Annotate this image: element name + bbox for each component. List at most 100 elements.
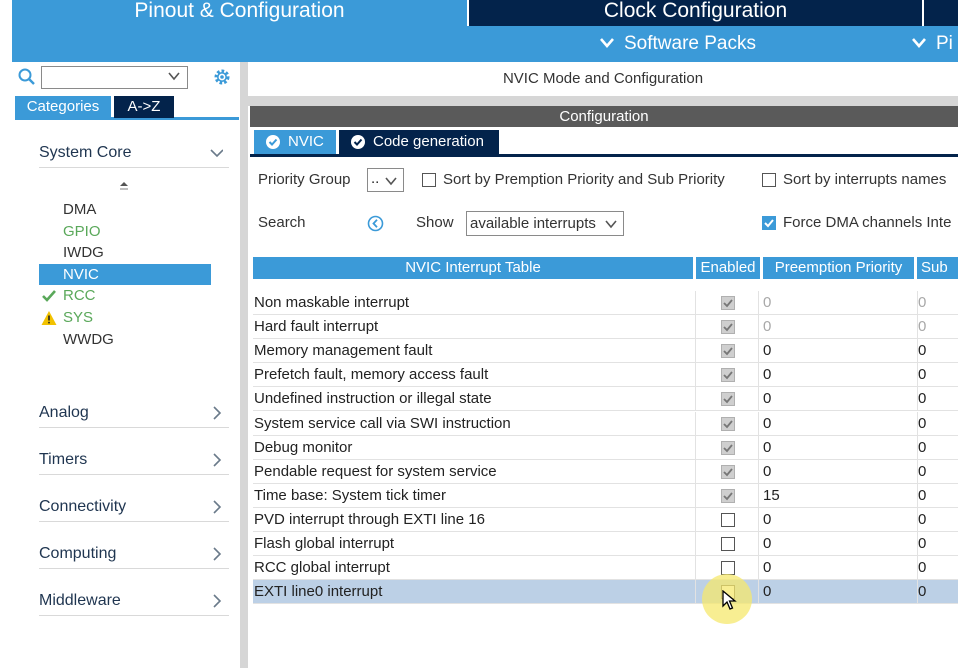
preemption-priority-cell[interactable]: 15 — [763, 484, 913, 508]
table-row[interactable]: Flash global interrupt 0 0 — [253, 532, 958, 556]
preemption-priority-cell[interactable]: 0 — [763, 436, 913, 460]
sort-names-checkbox[interactable] — [762, 173, 776, 187]
table-row[interactable]: Prefetch fault, memory access fault 0 0 — [253, 363, 958, 388]
col-header-enabled[interactable]: Enabled — [696, 257, 760, 279]
sub-priority-cell[interactable]: 0 — [917, 363, 957, 388]
force-dma-checkbox[interactable] — [762, 216, 776, 230]
preemption-priority-cell[interactable]: 0 — [763, 315, 913, 339]
enabled-checkbox[interactable] — [721, 296, 735, 310]
enabled-checkbox[interactable] — [721, 320, 735, 335]
enabled-checkbox[interactable] — [721, 537, 735, 551]
chevron-right-icon — [213, 594, 222, 608]
col-header-sub[interactable]: Sub — [917, 257, 958, 279]
search-back-icon[interactable] — [367, 215, 384, 232]
sidebar-item-nvic[interactable]: NVIC — [39, 263, 211, 285]
sidebar-item-dma[interactable]: DMA — [39, 199, 211, 220]
chevron-down-icon[interactable] — [167, 69, 181, 83]
priority-group-select[interactable]: .. — [367, 168, 404, 192]
table-row[interactable]: RCC global interrupt 0 0 — [253, 556, 958, 581]
panel-divider[interactable] — [240, 62, 248, 668]
sub-priority-cell[interactable]: 0 — [917, 459, 957, 484]
mouse-cursor-icon — [722, 590, 737, 610]
category-analog[interactable]: Analog — [39, 398, 229, 428]
sub-priority-cell[interactable]: 0 — [917, 387, 957, 412]
preemption-priority-cell[interactable]: 0 — [763, 363, 913, 387]
chevron-down-icon — [210, 149, 223, 158]
category-timers[interactable]: Timers — [39, 445, 229, 475]
tab-code-generation[interactable]: Code generation — [339, 130, 499, 154]
table-row[interactable]: Undefined instruction or illegal state 0 0 — [253, 387, 958, 412]
category-middleware[interactable]: Middleware — [39, 586, 229, 616]
table-row[interactable]: Time base: System tick timer 15 0 — [253, 483, 958, 508]
preemption-priority-cell[interactable]: 0 — [763, 460, 913, 484]
sub-priority-cell[interactable]: 0 — [917, 507, 957, 532]
enabled-checkbox[interactable] — [721, 368, 735, 383]
sub-priority-cell[interactable]: 0 — [917, 435, 957, 460]
preemption-priority-cell[interactable]: 0 — [763, 532, 913, 556]
enabled-checkbox[interactable] — [721, 344, 735, 359]
gear-icon[interactable] — [212, 67, 232, 87]
chevron-down-icon — [605, 220, 617, 229]
enabled-checkbox[interactable] — [721, 488, 735, 503]
category-computing[interactable]: Computing — [39, 539, 229, 569]
preemption-priority-cell[interactable]: 0 — [763, 508, 913, 532]
sidebar-item-iwdg[interactable]: IWDG — [39, 242, 211, 263]
check-icon — [723, 468, 733, 477]
category-label: Computing — [39, 545, 117, 562]
sub-priority-cell[interactable]: 0 — [917, 411, 957, 436]
top-bar: Pinout & Configuration Clock Configurati… — [0, 0, 958, 62]
preemption-priority-cell[interactable]: 0 — [763, 556, 913, 580]
preemption-priority-cell[interactable]: 0 — [763, 291, 913, 315]
enabled-cell — [695, 435, 759, 460]
col-header-interrupt[interactable]: NVIC Interrupt Table — [253, 257, 693, 279]
sidebar-item-sys[interactable]: SYS — [39, 307, 211, 328]
show-select[interactable]: available interrupts — [466, 211, 624, 236]
table-row[interactable]: EXTI line0 interrupt 0 0 — [253, 580, 958, 605]
sidebar-item-wwdg[interactable]: WWDG — [39, 329, 211, 350]
category-label: Connectivity — [39, 498, 127, 515]
sort-icon[interactable] — [118, 180, 130, 194]
enabled-checkbox[interactable] — [721, 416, 735, 431]
category-connectivity[interactable]: Connectivity — [39, 492, 229, 522]
table-row[interactable]: System service call via SWI instruction 0… — [253, 411, 958, 436]
sort-premption-checkbox[interactable] — [422, 173, 436, 187]
warning-icon — [41, 311, 57, 325]
sub-priority-cell[interactable]: 0 — [917, 532, 957, 556]
enabled-checkbox[interactable] — [721, 512, 735, 527]
preemption-priority-cell[interactable]: 0 — [763, 387, 913, 411]
category-system-core[interactable]: System Core — [39, 138, 229, 168]
search-icon[interactable] — [18, 68, 36, 86]
tab-categories[interactable]: Categories — [15, 96, 111, 118]
table-row[interactable]: Debug monitor 0 0 — [253, 435, 958, 460]
search-input[interactable] — [41, 66, 188, 89]
preemption-priority-cell[interactable]: 0 — [763, 580, 913, 604]
tab-nvic[interactable]: NVIC — [254, 130, 336, 154]
tab-clock-configuration[interactable]: Clock Configuration — [469, 0, 922, 26]
sub-priority-cell[interactable]: 0 — [917, 291, 957, 315]
panel-splitter[interactable] — [248, 96, 958, 106]
table-row[interactable]: Non maskable interrupt 0 0 — [253, 291, 958, 315]
table-row[interactable]: Memory management fault 0 0 — [253, 339, 958, 364]
sub-priority-cell[interactable]: 0 — [917, 580, 957, 605]
enabled-checkbox[interactable] — [721, 464, 735, 479]
sub-priority-cell[interactable]: 0 — [917, 339, 957, 364]
check-icon — [723, 419, 733, 428]
tab-pinout-configuration[interactable]: Pinout & Configuration — [12, 0, 467, 26]
sub-priority-cell[interactable]: 0 — [917, 315, 957, 340]
tab-more[interactable] — [924, 0, 958, 26]
sub-priority-cell[interactable]: 0 — [917, 483, 957, 508]
table-row[interactable]: Pendable request for system service 0 0 — [253, 459, 958, 484]
enabled-checkbox[interactable] — [721, 392, 735, 407]
table-row[interactable]: PVD interrupt through EXTI line 16 0 0 — [253, 507, 958, 532]
preemption-priority-cell[interactable]: 0 — [763, 339, 913, 363]
table-row[interactable]: Hard fault interrupt 0 0 — [253, 315, 958, 340]
interrupt-name: Pendable request for system service — [254, 462, 497, 480]
col-header-preemption[interactable]: Preemption Priority — [763, 257, 914, 279]
sub-priority-cell[interactable]: 0 — [917, 556, 957, 581]
enabled-checkbox[interactable] — [721, 561, 735, 576]
sidebar-item-rcc[interactable]: RCC — [39, 285, 211, 306]
enabled-checkbox[interactable] — [721, 440, 735, 455]
sidebar-item-gpio[interactable]: GPIO — [39, 221, 211, 242]
tab-a-to-z[interactable]: A->Z — [114, 96, 174, 118]
preemption-priority-cell[interactable]: 0 — [763, 412, 913, 436]
